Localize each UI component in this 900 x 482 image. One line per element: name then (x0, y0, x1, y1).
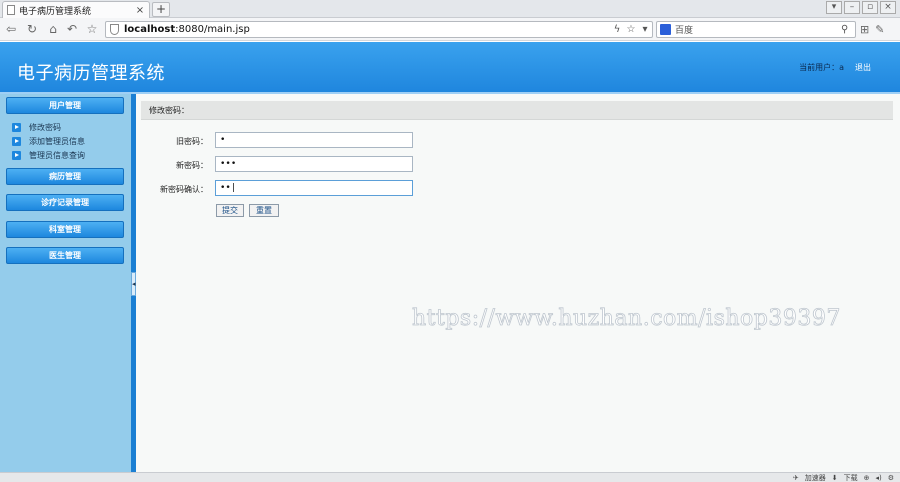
old-password-label: 旧密码： (176, 137, 208, 146)
main-content: 修改密码： 旧密码： • 新密码： ••• 新密码确认： ••| 提交 重置 (136, 94, 900, 472)
reset-button[interactable]: 重置 (249, 204, 279, 217)
address-bar[interactable]: localhost:8080/main.jsp ϟ ☆ ▾ (105, 21, 653, 38)
home-icon[interactable]: ⌂ (45, 22, 61, 37)
browser-tabbar: 电子病历管理系统 × + ▾ – ▫ × (0, 0, 900, 18)
subitem-change-password[interactable]: 修改密码 (12, 122, 61, 133)
panel-title: 修改密码： (141, 101, 893, 120)
subitem-label: 管理员信息查询 (29, 151, 85, 160)
url-path: :8080/main.jsp (175, 24, 250, 35)
sidebar: 用户管理 修改密码 添加管理员信息 管理员信息查询 病历管理 诊疗记录管理 科室… (0, 94, 131, 472)
app-title: 电子病历管理系统 (17, 63, 165, 84)
security-shield-icon (110, 24, 119, 35)
search-icon[interactable]: ⚲ (841, 24, 855, 35)
grid-icon[interactable]: ⊞ (860, 23, 869, 36)
menu-department-management[interactable]: 科室管理 (6, 221, 124, 238)
subitem-label: 修改密码 (29, 123, 61, 132)
tab-title: 电子病历管理系统 (19, 6, 92, 17)
bookmark-star-icon[interactable]: ☆ (84, 22, 100, 37)
logout-link[interactable]: 退出 (855, 62, 871, 73)
dropdown-arrow-icon[interactable]: ▾ (638, 24, 652, 35)
play-arrow-icon (12, 123, 21, 132)
current-user-label: 当前用户： (799, 63, 840, 72)
menu-doctor-management[interactable]: 医生管理 (6, 247, 124, 264)
subitem-label: 添加管理员信息 (29, 137, 85, 146)
zoom-icon[interactable]: ⊕ (864, 473, 870, 482)
tools-icon[interactable]: ✎ (875, 23, 884, 36)
tab-close-icon[interactable]: × (135, 5, 145, 16)
lightning-icon[interactable]: ϟ (610, 24, 624, 35)
favorite-star-icon[interactable]: ☆ (624, 24, 638, 35)
new-password-label: 新密码： (176, 161, 208, 170)
window-controls: ▾ – ▫ × (826, 1, 896, 14)
confirm-password-label: 新密码确认： (160, 185, 208, 194)
address-text[interactable]: localhost:8080/main.jsp (124, 24, 610, 35)
accelerator-icon[interactable]: ✈ (793, 473, 799, 482)
baidu-engine-icon[interactable] (660, 24, 671, 35)
play-arrow-icon (12, 137, 21, 146)
window-maximize-button[interactable]: ▫ (862, 1, 878, 14)
submit-button[interactable]: 提交 (216, 204, 244, 217)
app-header: 电子病历管理系统 当前用户：a 退出 (0, 42, 900, 94)
search-placeholder: 百度 (675, 26, 694, 36)
history-icon[interactable]: ↶ (64, 22, 80, 37)
new-password-input[interactable]: ••• (215, 156, 413, 172)
subitem-query-admin[interactable]: 管理员信息查询 (12, 150, 85, 161)
menu-medical-records[interactable]: 病历管理 (6, 168, 124, 185)
old-password-input[interactable]: • (215, 132, 413, 148)
download-label[interactable]: 下载 (844, 473, 858, 482)
browser-toolbar: ⇦ ↻ ⌂ ↶ ☆ localhost:8080/main.jsp ϟ ☆ ▾ … (0, 18, 900, 41)
download-icon[interactable]: ⬇ (832, 473, 838, 482)
window-close-button[interactable]: × (880, 1, 896, 14)
menu-treatment-records[interactable]: 诊疗记录管理 (6, 194, 124, 211)
back-icon[interactable]: ⇦ (3, 22, 19, 37)
window-minimize-button[interactable]: – (844, 1, 860, 14)
volume-icon[interactable]: ◂) (875, 473, 881, 482)
browser-tab[interactable]: 电子病历管理系统 × (2, 1, 150, 18)
document-icon (7, 5, 15, 15)
subitem-add-admin[interactable]: 添加管理员信息 (12, 136, 85, 147)
new-tab-button[interactable]: + (152, 2, 170, 17)
watermark-text: https://www.huzhan.com/ishop39397 (412, 306, 841, 332)
accelerator-label[interactable]: 加速器 (805, 473, 826, 482)
current-user-name: a (839, 63, 844, 72)
confirm-password-input[interactable]: ••| (215, 180, 413, 196)
window-menu-button[interactable]: ▾ (826, 1, 842, 14)
browser-statusbar: ✈ 加速器 ⬇ 下载 ⊕ ◂) ⚙ (0, 472, 900, 482)
current-user: 当前用户：a (799, 62, 844, 73)
menu-user-management[interactable]: 用户管理 (6, 97, 124, 114)
search-box[interactable]: 百度 ⚲ (656, 21, 856, 38)
url-host: localhost (124, 24, 176, 35)
toolbar-extras: ⊞ ✎ (860, 23, 884, 36)
play-arrow-icon (12, 151, 21, 160)
settings-icon[interactable]: ⚙ (888, 473, 894, 482)
reload-icon[interactable]: ↻ (24, 22, 40, 37)
